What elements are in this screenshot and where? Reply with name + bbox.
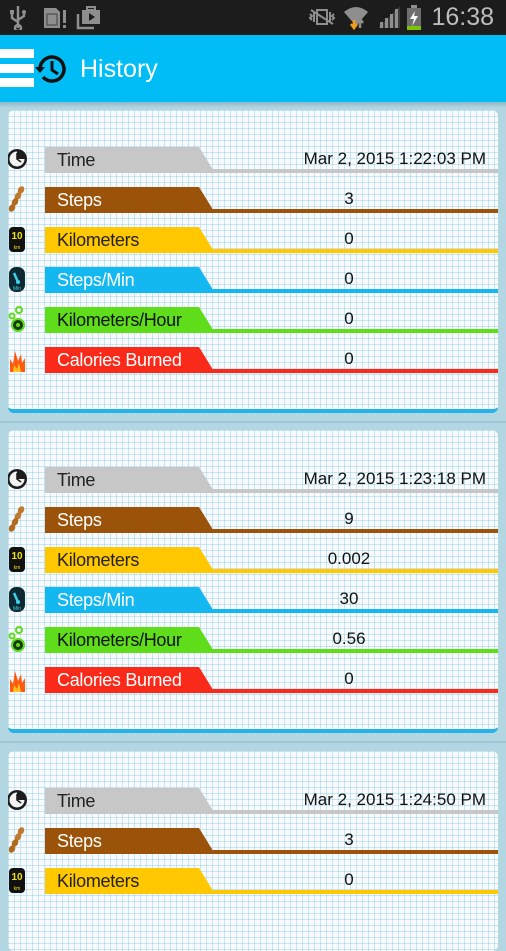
kilometers-icon: 10 km (8, 545, 28, 573)
row-kilometers: 10 km Kilometers 0.002 (8, 545, 498, 575)
row-steps: Steps 3 (8, 185, 498, 215)
row-kilometers: 10 km Kilometers 0 (8, 866, 498, 896)
time-icon (8, 145, 28, 173)
steps-icon (8, 185, 28, 213)
field-value: 3 (344, 189, 354, 208)
history-card[interactable]: Time Mar 2, 2015 1:23:18 PM Steps 9 10 km Kilo… (8, 430, 498, 733)
calories-burned-icon (8, 665, 28, 693)
status-bar: 16:38 (0, 0, 506, 35)
row-time: Time Mar 2, 2015 1:22:03 PM (8, 145, 498, 175)
calories-burned-icon (8, 345, 28, 373)
field-value: 30 (339, 589, 359, 608)
history-icon[interactable] (34, 52, 68, 86)
field-label: Kilometers (57, 230, 140, 250)
steps-icon (8, 826, 28, 854)
field-value: 9 (344, 509, 354, 528)
svg-text:Min: Min (13, 286, 21, 292)
steps-per-min-icon: Min (8, 585, 28, 613)
svg-text:km: km (14, 886, 21, 892)
field-label: Time (57, 791, 96, 811)
svg-text:km: km (14, 245, 21, 251)
hamburger-icon[interactable] (0, 49, 34, 87)
history-card[interactable]: Time Mar 2, 2015 1:22:03 PM Steps 3 10 km Kilo… (8, 110, 498, 413)
usb-icon (8, 4, 28, 36)
field-label: Steps/Min (57, 590, 135, 610)
kilometers-per-hour-icon (8, 625, 28, 653)
field-value: 3 (344, 830, 354, 849)
field-label: Kilometers (57, 550, 140, 570)
row-calories-burned: Calories Burned 0 (8, 665, 498, 695)
row-steps: Steps 9 (8, 505, 498, 535)
app-bar-shadow (0, 102, 506, 108)
signal-icon (376, 4, 402, 36)
svg-text:10: 10 (11, 231, 23, 242)
field-label: Kilometers (57, 871, 140, 891)
svg-text:10: 10 (11, 551, 23, 562)
svg-text:Min: Min (13, 606, 21, 612)
kilometers-per-hour-icon (8, 305, 28, 333)
card-separator (0, 741, 506, 743)
row-kilometers: 10 km Kilometers 0 (8, 225, 498, 255)
sd-card-warning-icon (42, 4, 68, 36)
history-card[interactable]: Time Mar 2, 2015 1:24:50 PM Steps 3 10 km Kilo… (8, 751, 498, 951)
row-time: Time Mar 2, 2015 1:24:50 PM (8, 786, 498, 816)
field-value: 0 (344, 870, 354, 889)
media-store-icon (76, 4, 102, 36)
field-label: Calories Burned (57, 350, 182, 370)
field-label: Time (57, 150, 96, 170)
row-kilometers-per-hour: Kilometers/Hour 0.56 (8, 625, 498, 655)
field-value: 0 (344, 669, 354, 688)
field-label: Calories Burned (57, 670, 182, 690)
field-label: Time (57, 470, 96, 490)
status-clock: 16:38 (431, 3, 494, 31)
wifi-icon (342, 4, 370, 38)
svg-text:10: 10 (11, 872, 23, 883)
row-steps: Steps 3 (8, 826, 498, 856)
page-title: History (80, 55, 158, 83)
field-label: Kilometers/Hour (57, 630, 182, 650)
app-bar: History (0, 35, 506, 102)
card-separator (0, 421, 506, 423)
field-value: 0.002 (327, 549, 371, 568)
field-value: 0.56 (332, 629, 366, 648)
field-label: Steps (57, 831, 102, 851)
timestamp: Mar 2, 2015 1:23:18 PM (303, 469, 486, 488)
field-value: 0 (344, 349, 354, 368)
battery-charging-icon (406, 4, 422, 38)
steps-icon (8, 505, 28, 533)
row-steps-per-min: Min Steps/Min 0 (8, 265, 498, 295)
row-kilometers-per-hour: Kilometers/Hour 0 (8, 305, 498, 335)
field-label: Kilometers/Hour (57, 310, 182, 330)
steps-per-min-icon: Min (8, 265, 28, 293)
timestamp: Mar 2, 2015 1:24:50 PM (303, 790, 486, 809)
field-value: 0 (344, 309, 354, 328)
field-value: 0 (344, 269, 354, 288)
time-icon (8, 786, 28, 814)
vibrate-icon (308, 4, 336, 36)
svg-text:km: km (14, 565, 21, 571)
field-label: Steps (57, 190, 102, 210)
kilometers-icon: 10 km (8, 866, 28, 894)
field-label: Steps (57, 510, 102, 530)
time-icon (8, 465, 28, 493)
row-calories-burned: Calories Burned 0 (8, 345, 498, 375)
kilometers-icon: 10 km (8, 225, 28, 253)
field-label: Steps/Min (57, 270, 135, 290)
field-value: 0 (344, 229, 354, 248)
row-steps-per-min: Min Steps/Min 30 (8, 585, 498, 615)
timestamp: Mar 2, 2015 1:22:03 PM (303, 149, 486, 168)
row-time: Time Mar 2, 2015 1:23:18 PM (8, 465, 498, 495)
